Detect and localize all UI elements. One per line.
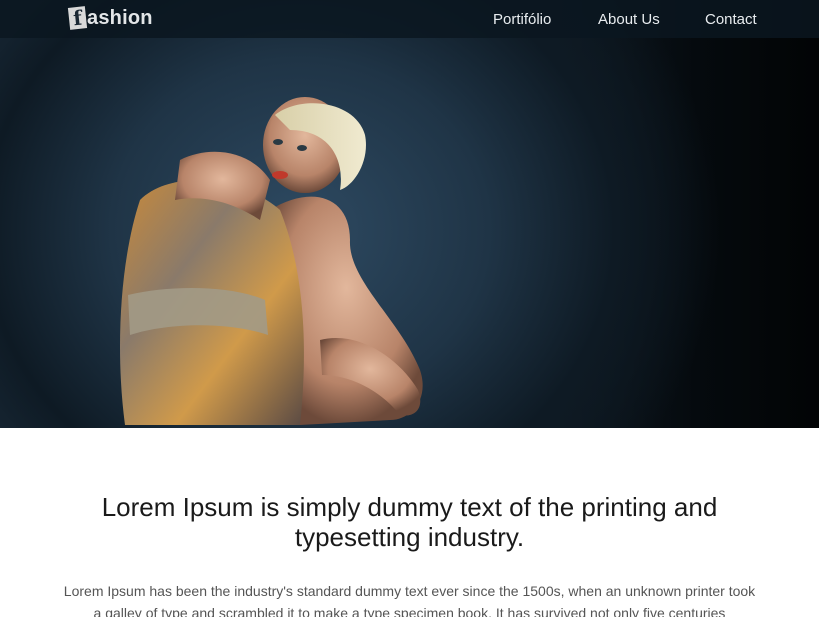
top-navbar: f ashion Portifólio About Us Contact bbox=[0, 0, 819, 38]
nav-link-portfolio[interactable]: Portifólio bbox=[493, 11, 551, 28]
section-headline: Lorem Ipsum is simply dummy text of the … bbox=[101, 492, 718, 552]
hero-banner: f ashion Portifólio About Us Contact bbox=[0, 0, 819, 428]
logo-link[interactable]: f ashion bbox=[67, 5, 153, 31]
nav-link-about-us[interactable]: About Us bbox=[598, 11, 660, 28]
hero-image bbox=[120, 97, 423, 425]
page: f ashion Portifólio About Us Contact Lor… bbox=[0, 0, 819, 617]
section-body-text: Lorem Ipsum has been the industry's stan… bbox=[63, 583, 756, 617]
logo-text: ashion bbox=[87, 6, 153, 29]
nav-link-contact[interactable]: Contact bbox=[705, 11, 757, 28]
logo-icon: f bbox=[67, 6, 88, 30]
